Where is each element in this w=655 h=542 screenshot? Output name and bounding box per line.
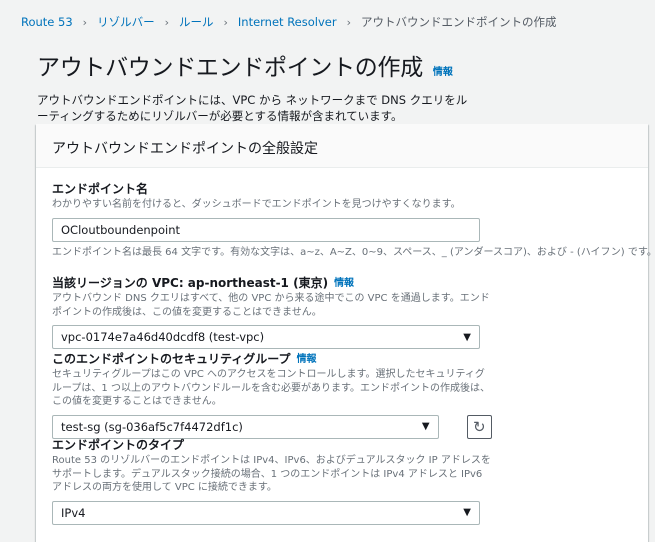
endpoint-name-input[interactable] <box>52 217 480 242</box>
vpc-description: アウトバウンド DNS クエリはすべて、他の VPC から来る途中でこの VPC… <box>52 293 490 318</box>
general-settings-panel: アウトバウンドエンドポイントの全般設定 エンドポイント名 わかりやすい名前を付け… <box>36 124 655 542</box>
breadcrumb-separator-icon: › <box>82 15 88 29</box>
panel-title: アウトバウンドエンドポイントの全般設定 <box>36 124 648 168</box>
endpoint-name-label: エンドポイント名 <box>52 182 149 196</box>
caret-down-icon: ▼ <box>463 331 471 343</box>
caret-down-icon: ▼ <box>463 507 471 518</box>
refresh-icon: ↻ <box>473 417 486 436</box>
endpoint-type-label: エンドポイントのタイプ <box>52 438 185 452</box>
vpc-label-row: 当該リージョンの VPC: ap-northeast-1 (東京) 情報 <box>52 276 492 291</box>
page-title: アウトバウンドエンドポイントの作成 <box>37 55 423 81</box>
endpoint-type-field: エンドポイントのタイプ Route 53 のリゾルバーのエンドポイントは IPv… <box>52 438 492 525</box>
page-info-link[interactable]: 情報 <box>433 63 453 78</box>
breadcrumb: Route 53 › リゾルバー › ルール › Internet Resolv… <box>21 14 557 30</box>
vpc-select[interactable]: vpc-0174e7a46d40dcdf8 (test-vpc) ▼ <box>52 325 480 349</box>
breadcrumb-resolver[interactable]: リゾルバー <box>97 14 155 30</box>
security-group-select-row: test-sg (sg-036af5c7f4472df1c) ▼ ↻ <box>52 409 492 439</box>
caret-down-icon: ▼ <box>421 421 430 432</box>
breadcrumb-separator-icon: › <box>164 15 169 29</box>
vpc-label: 当該リージョンの VPC: ap-northeast-1 (東京) <box>52 276 329 290</box>
security-group-label-row: このエンドポイントのセキュリティグループ 情報 <box>52 352 492 367</box>
endpoint-name-constraint: エンドポイント名は最長 64 文字です。有効な文字は、a~z、A~Z、0~9、ス… <box>52 246 655 258</box>
vpc-select-value: vpc-0174e7a46d40dcdf8 (test-vpc) <box>61 330 265 344</box>
security-group-select[interactable]: test-sg (sg-036af5c7f4472df1c) ▼ <box>52 414 439 439</box>
endpoint-type-select-value: IPv4 <box>61 505 86 520</box>
security-group-field: このエンドポイントのセキュリティグループ 情報 セキュリティグループはこの VP… <box>52 352 492 439</box>
security-group-label: このエンドポイントのセキュリティグループ <box>52 352 291 366</box>
endpoint-type-select[interactable]: IPv4 ▼ <box>52 500 480 525</box>
vpc-field: 当該リージョンの VPC: ap-northeast-1 (東京) 情報 アウト… <box>52 276 492 349</box>
breadcrumb-separator-icon: › <box>223 15 228 29</box>
page-header: アウトバウンドエンドポイントの作成 情報 <box>37 48 453 82</box>
endpoint-name-field: エンドポイント名 わかりやすい名前を付けると、ダッシュボードでエンドポイントを見… <box>52 182 655 259</box>
breadcrumb-rules[interactable]: ルール <box>179 14 214 30</box>
endpoint-name-description: わかりやすい名前を付けると、ダッシュボードでエンドポイントを見つけやすくなります… <box>52 199 461 210</box>
vpc-info-link[interactable]: 情報 <box>334 276 354 291</box>
breadcrumb-separator-icon: › <box>346 15 351 29</box>
security-group-select-value: test-sg (sg-036af5c7f4472df1c) <box>61 419 243 434</box>
breadcrumb-route53[interactable]: Route 53 <box>21 15 73 29</box>
security-group-description: セキュリティグループはこの VPC へのアクセスをコントロールします。選択したセ… <box>52 369 490 407</box>
page-description: アウトバウンドエンドポイントには、VPC から ネットワークまで DNS クエリ… <box>37 93 468 123</box>
security-group-info-link[interactable]: 情報 <box>297 352 317 367</box>
refresh-button[interactable]: ↻ <box>466 414 492 439</box>
breadcrumb-current: アウトバウンドエンドポイントの作成 <box>361 15 557 29</box>
breadcrumb-internet-resolver[interactable]: Internet Resolver <box>238 15 337 29</box>
endpoint-type-description: Route 53 のリゾルバーのエンドポイントは IPv4、IPv6、およびデュ… <box>52 455 491 493</box>
